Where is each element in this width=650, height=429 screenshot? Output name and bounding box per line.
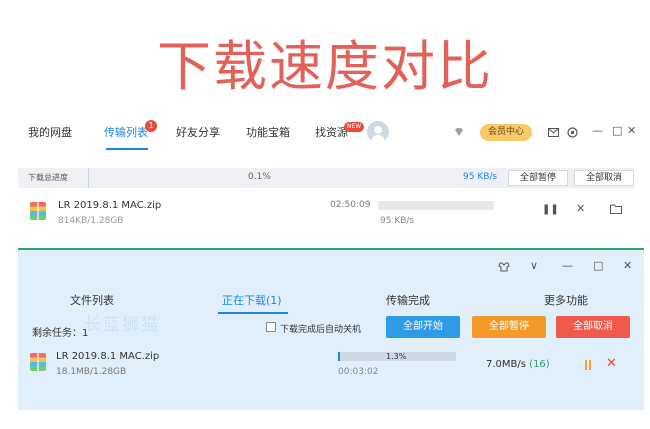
minimize-icon[interactable]: — [592, 125, 603, 137]
total-download-speed: 95 KB/s [463, 172, 498, 182]
start-all-button[interactable]: 全部开始 [386, 316, 460, 338]
tab-file-list[interactable]: 文件列表 [70, 292, 114, 308]
archive-file-icon [30, 202, 46, 220]
total-progress-label: 下载总进度 [28, 173, 68, 182]
tab-toolbox[interactable]: 功能宝箱 [246, 124, 290, 140]
title-bar: ∨ — □ ✕ [18, 250, 644, 282]
file-speed: 95 KB/s [380, 216, 415, 226]
minimize-icon[interactable]: — [562, 260, 573, 272]
tab-friend-share[interactable]: 好友分享 [176, 124, 220, 140]
file-speed: 7.0MB/s (16) [486, 359, 550, 370]
archive-file-icon [30, 353, 46, 371]
close-icon[interactable]: ✕ [627, 125, 636, 137]
cancel-all-button[interactable]: 全部取消 [556, 316, 630, 338]
pause-icon[interactable] [584, 360, 592, 370]
diamond-icon[interactable] [454, 127, 464, 137]
tab-my-disk[interactable]: 我的网盘 [28, 124, 72, 140]
maximize-icon[interactable]: □ [612, 125, 622, 137]
skin-icon[interactable] [498, 262, 510, 272]
page: 下载速度对比 我的网盘 传输列表 1 好友分享 功能宝箱 找资源 NEW 会员中… [0, 0, 650, 429]
baidu-transfer-window: 我的网盘 传输列表 1 好友分享 功能宝箱 找资源 NEW 会员中心 — □ ✕… [18, 108, 636, 238]
headline: 下载速度对比 [157, 35, 493, 98]
pause-all-button[interactable]: 全部暂停 [508, 170, 568, 186]
tab-transfer-list[interactable]: 传输列表 [104, 124, 148, 140]
pause-icon[interactable]: ❚❚ [542, 204, 559, 216]
file-progress-fill [338, 352, 340, 361]
speed-value: 7.0MB/s [486, 359, 526, 370]
active-tab-underline [218, 312, 288, 314]
total-progress-fill [88, 168, 89, 188]
auto-shutdown-label: 下载完成后自动关机 [280, 325, 362, 335]
file-progress-bar [378, 201, 494, 210]
time-remaining: 00:03:02 [338, 367, 379, 377]
folder-icon[interactable] [610, 204, 622, 214]
maximize-icon[interactable]: □ [593, 260, 603, 272]
delete-icon[interactable]: ✕ [606, 356, 617, 371]
new-badge: NEW [344, 122, 365, 132]
file-percent: 1.3% [386, 352, 407, 361]
cancel-all-button[interactable]: 全部取消 [574, 170, 634, 186]
top-nav: 我的网盘 传输列表 1 好友分享 功能宝箱 找资源 NEW 会员中心 — □ ✕ [18, 108, 636, 158]
cancel-icon[interactable]: ✕ [576, 203, 585, 215]
active-tab-underline [106, 148, 148, 150]
time-remaining: 02:50:09 [330, 200, 371, 210]
mail-icon[interactable] [548, 128, 559, 137]
total-progress-bar: 下载总进度 0.1% 95 KB/s 全部暂停 全部取消 [18, 168, 634, 188]
pause-all-button[interactable]: 全部暂停 [472, 316, 546, 338]
vip-center-button[interactable]: 会员中心 [480, 124, 532, 141]
file-size: 18.1MB/1.28GB [56, 367, 127, 377]
close-icon[interactable]: ✕ [623, 260, 632, 272]
download-tabs: 文件列表 正在下载(1) 传输完成 更多功能 [18, 284, 644, 314]
tab-completed[interactable]: 传输完成 [386, 292, 430, 308]
auto-shutdown-checkbox[interactable] [266, 322, 276, 332]
watermark: 长蓝狮猫 [84, 315, 160, 335]
transfer-count-badge: 1 [145, 120, 157, 132]
chevron-down-icon[interactable]: ∨ [530, 260, 538, 272]
accelerator-download-window: ∨ — □ ✕ 文件列表 正在下载(1) 传输完成 更多功能 长蓝狮猫 剩余任务… [18, 248, 644, 410]
connection-count: (16) [529, 359, 550, 370]
file-name: LR 2019.8.1 MAC.zip [56, 351, 160, 362]
total-progress-percent: 0.1% [248, 172, 271, 182]
avatar[interactable] [367, 121, 389, 143]
remaining-tasks: 剩余任务：1 [32, 328, 89, 339]
file-size: 814KB/1.28GB [58, 216, 124, 226]
tab-more-features[interactable]: 更多功能 [544, 292, 588, 308]
tab-downloading[interactable]: 正在下载(1) [222, 292, 282, 308]
file-name: LR 2019.8.1 MAC.zip [58, 200, 162, 211]
settings-icon[interactable] [567, 127, 578, 138]
